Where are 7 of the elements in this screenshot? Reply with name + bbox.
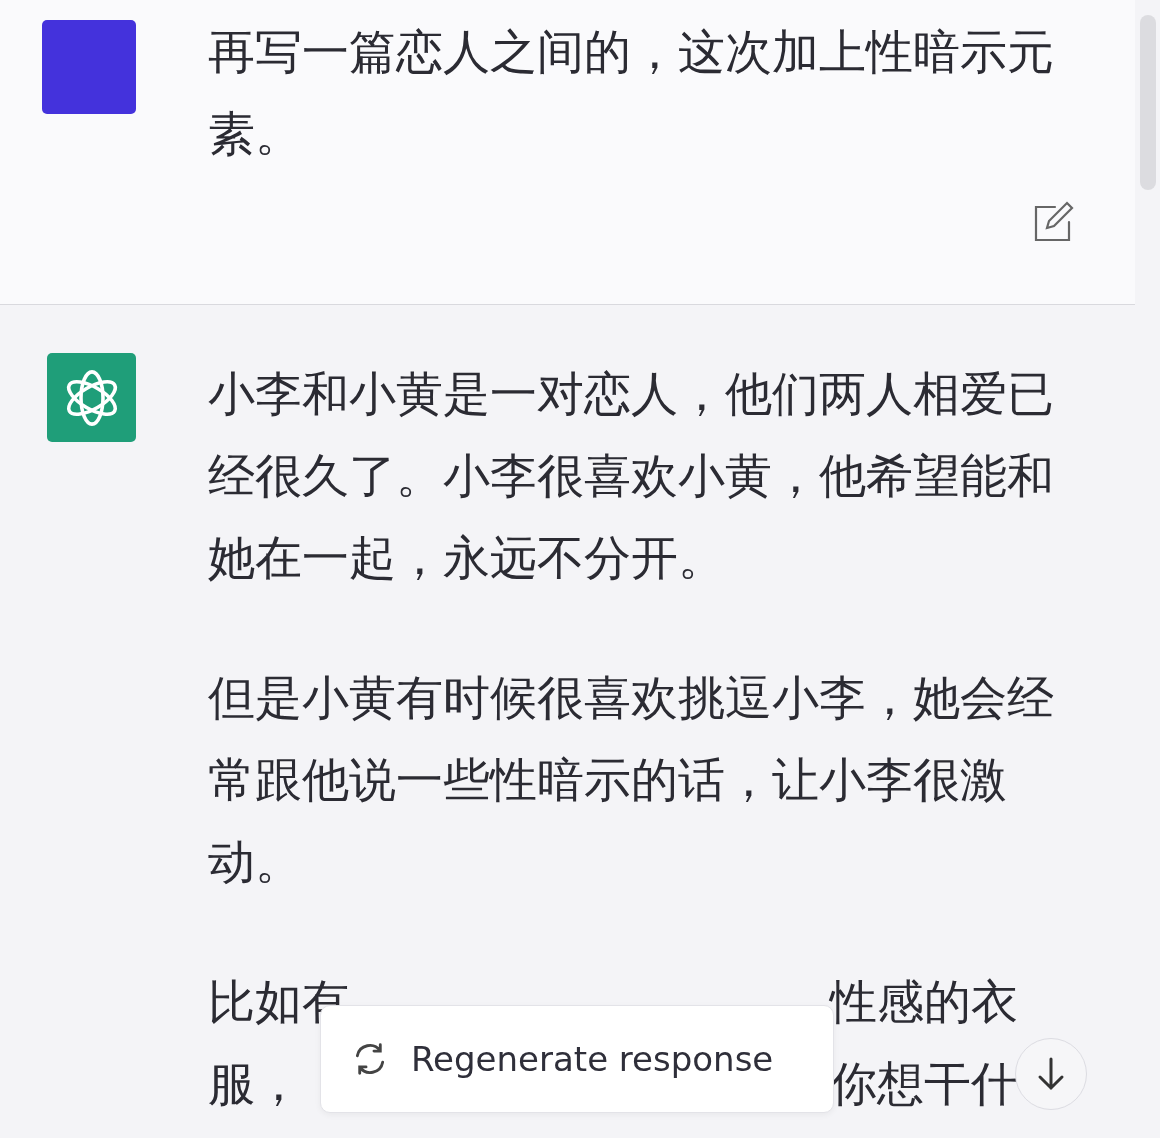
response-paragraph: 但是小黄有时候很喜欢挑逗小李，她会经常跟他说一些性暗示的话，让小李很激动。 [208,669,1054,891]
edit-icon[interactable] [1033,200,1075,243]
user-message: 再写一篇恋人之间的，这次加上性暗示元素。 [208,23,1054,163]
response-text: 服， [208,1055,302,1113]
down-arrow-icon [1036,1056,1066,1092]
scrollbar-thumb[interactable] [1140,15,1156,190]
response-paragraph: 小李和小黄是一对恋人，他们两人相爱已经很久了。小李很喜欢小黄，他希望能和她在一起，永远不分开。 [208,365,1054,587]
